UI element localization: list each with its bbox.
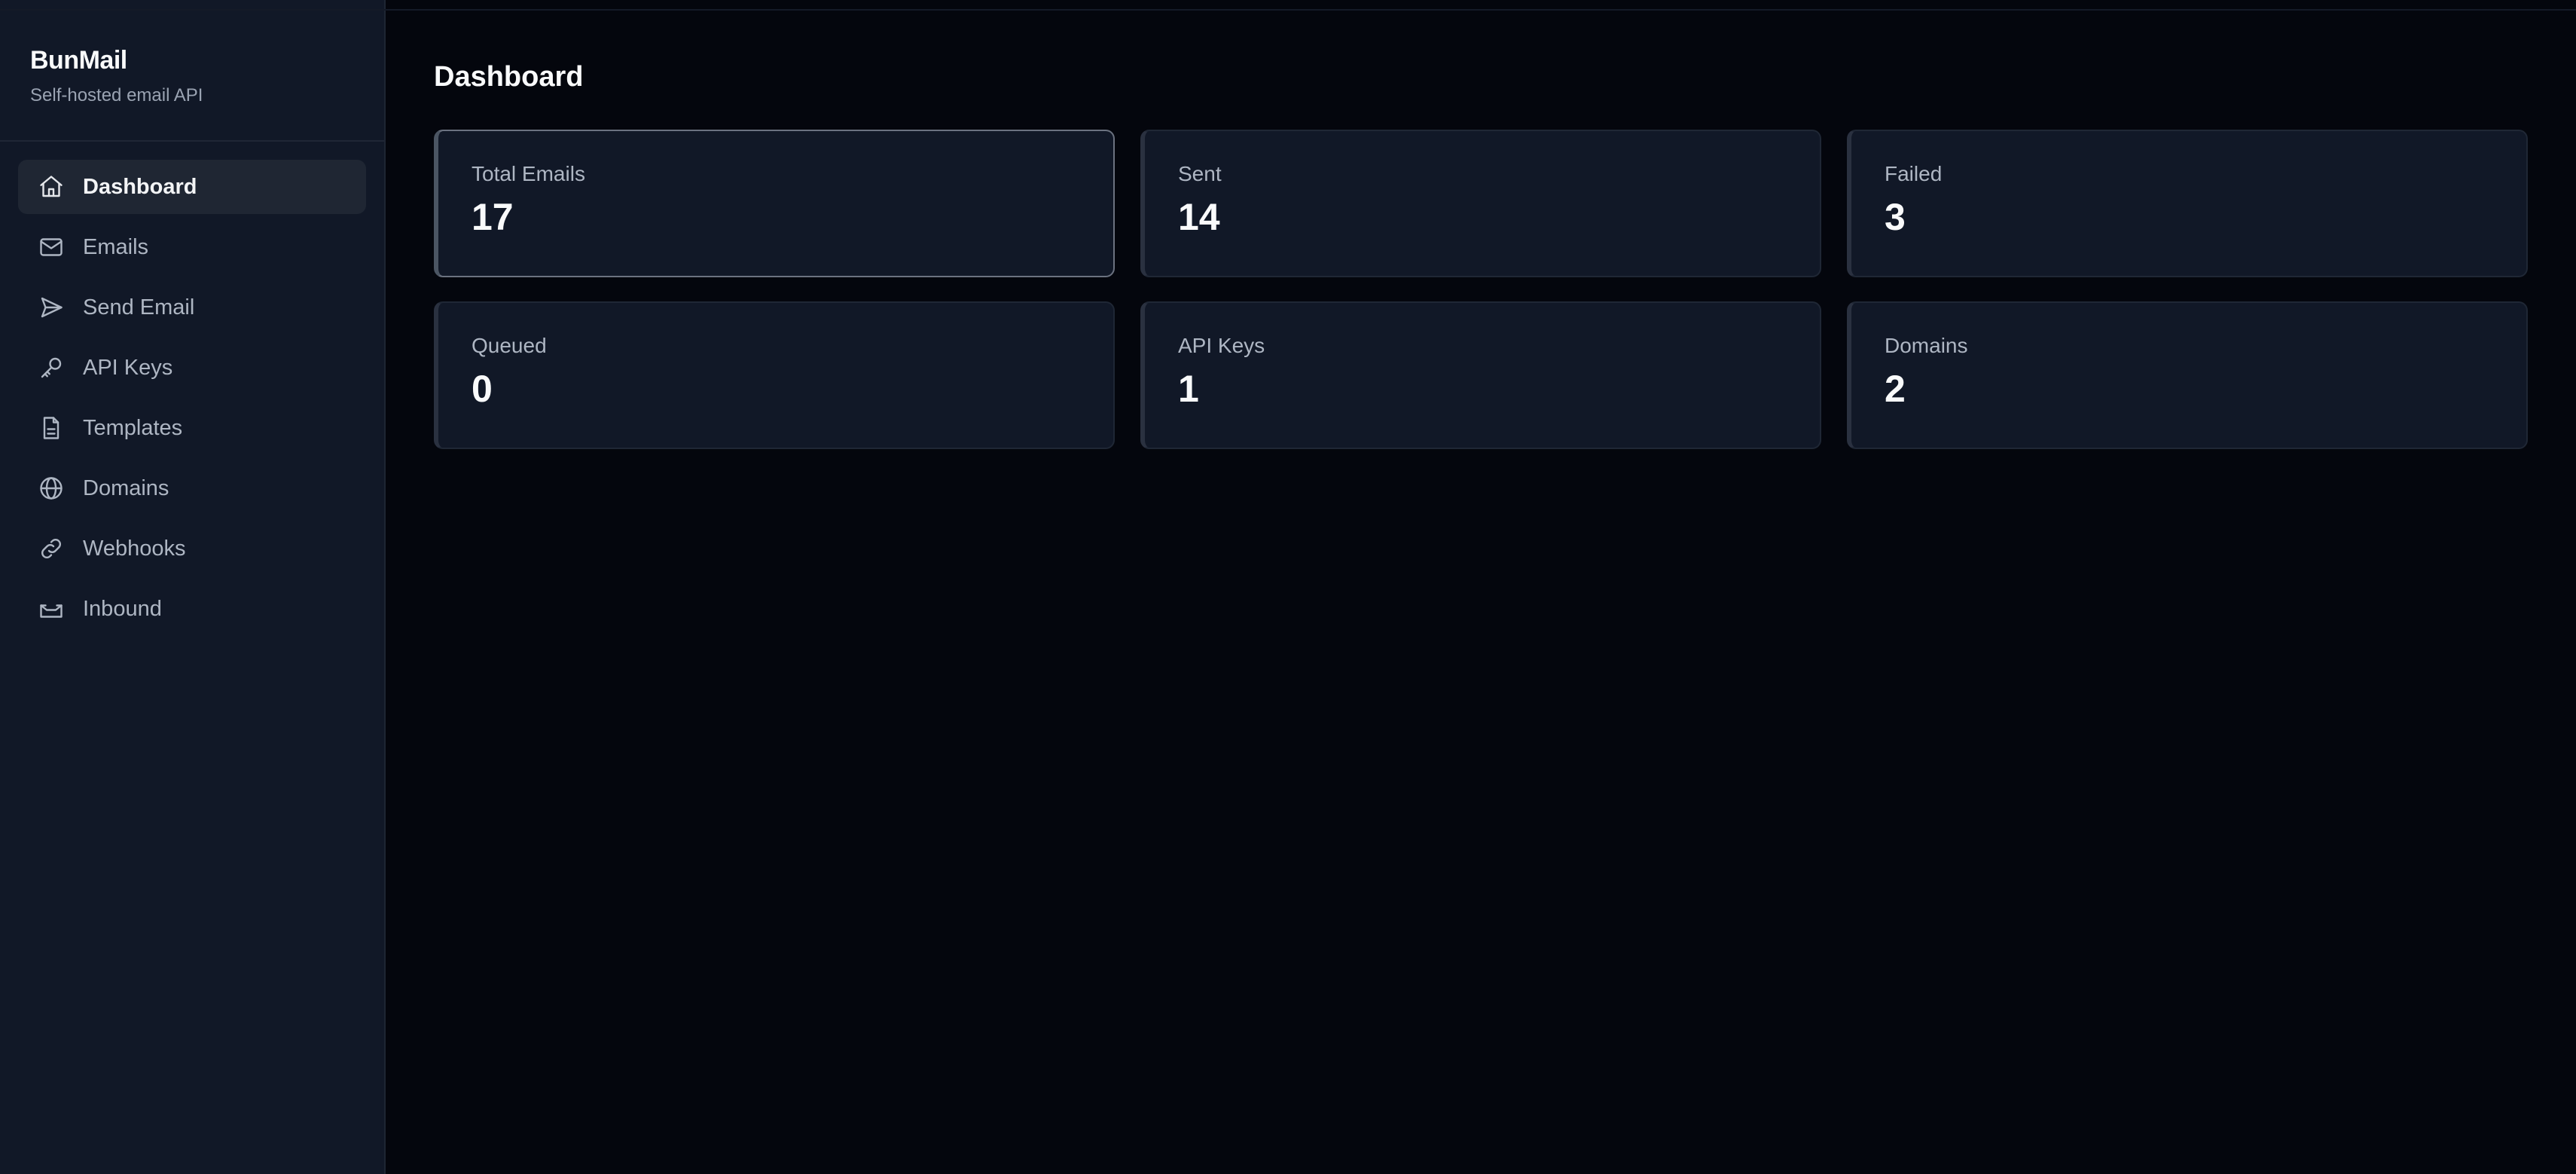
brand: BunMail Self-hosted email API [0, 11, 384, 142]
stat-card-queued: Queued 0 [434, 301, 1115, 449]
brand-title: BunMail [30, 46, 127, 75]
sidebar-item-emails[interactable]: Emails [18, 220, 366, 274]
stat-card-domains: Domains 2 [1847, 301, 2528, 449]
stat-card-api-keys: API Keys 1 [1140, 301, 1821, 449]
key-icon [38, 354, 65, 381]
link-icon [38, 535, 65, 562]
sidebar-item-label: Dashboard [83, 174, 197, 199]
sidebar-item-send-email[interactable]: Send Email [18, 280, 366, 335]
sidebar-item-domains[interactable]: Domains [18, 461, 366, 515]
stat-label: Sent [1178, 161, 1222, 185]
sidebar-item-label: Domains [83, 475, 169, 500]
stat-card-sent: Sent 14 [1140, 129, 1821, 277]
sidebar-item-label: Webhooks [83, 536, 186, 561]
stat-label: Failed [1885, 161, 1943, 185]
stat-value: 14 [1178, 196, 1220, 239]
sidebar-item-api-keys[interactable]: API Keys [18, 341, 366, 395]
stat-value: 17 [472, 196, 514, 239]
stat-card-failed: Failed 3 [1847, 129, 2528, 277]
sidebar-item-inbound[interactable]: Inbound [18, 582, 366, 636]
stat-value: 3 [1885, 196, 1906, 239]
app-window: BunMail Self-hosted email API Dashboard … [0, 0, 2576, 1174]
sidebar-item-label: Templates [83, 415, 183, 440]
sidebar-nav: Dashboard Emails Send Email API Keys Tem… [0, 142, 384, 636]
send-icon [38, 294, 65, 321]
sidebar-item-label: Emails [83, 234, 149, 259]
stats-grid: Total Emails 17 Sent 14 Failed 3 Queued … [434, 129, 2528, 449]
brand-subtitle: Self-hosted email API [30, 84, 203, 105]
stat-label: Total Emails [472, 161, 585, 185]
mail-icon [38, 234, 65, 261]
sidebar-item-label: API Keys [83, 355, 173, 380]
globe-icon [38, 475, 65, 502]
file-icon [38, 414, 65, 442]
page-title: Dashboard [434, 61, 584, 93]
sidebar-item-webhooks[interactable]: Webhooks [18, 521, 366, 576]
stat-value: 2 [1885, 368, 1906, 411]
stat-card-total-emails: Total Emails 17 [434, 129, 1115, 277]
stat-label: API Keys [1178, 333, 1265, 357]
stat-label: Queued [472, 333, 547, 357]
sidebar-item-label: Inbound [83, 596, 162, 621]
main-content: Dashboard Total Emails 17 Sent 14 Failed… [386, 0, 2576, 1174]
sidebar-item-label: Send Email [83, 295, 195, 319]
stat-label: Domains [1885, 333, 1968, 357]
inbox-icon [38, 595, 65, 622]
stat-value: 1 [1178, 368, 1199, 411]
sidebar-item-templates[interactable]: Templates [18, 401, 366, 455]
home-icon [38, 173, 65, 200]
sidebar-item-dashboard[interactable]: Dashboard [18, 160, 366, 214]
stat-value: 0 [472, 368, 493, 411]
sidebar: BunMail Self-hosted email API Dashboard … [0, 0, 386, 1174]
